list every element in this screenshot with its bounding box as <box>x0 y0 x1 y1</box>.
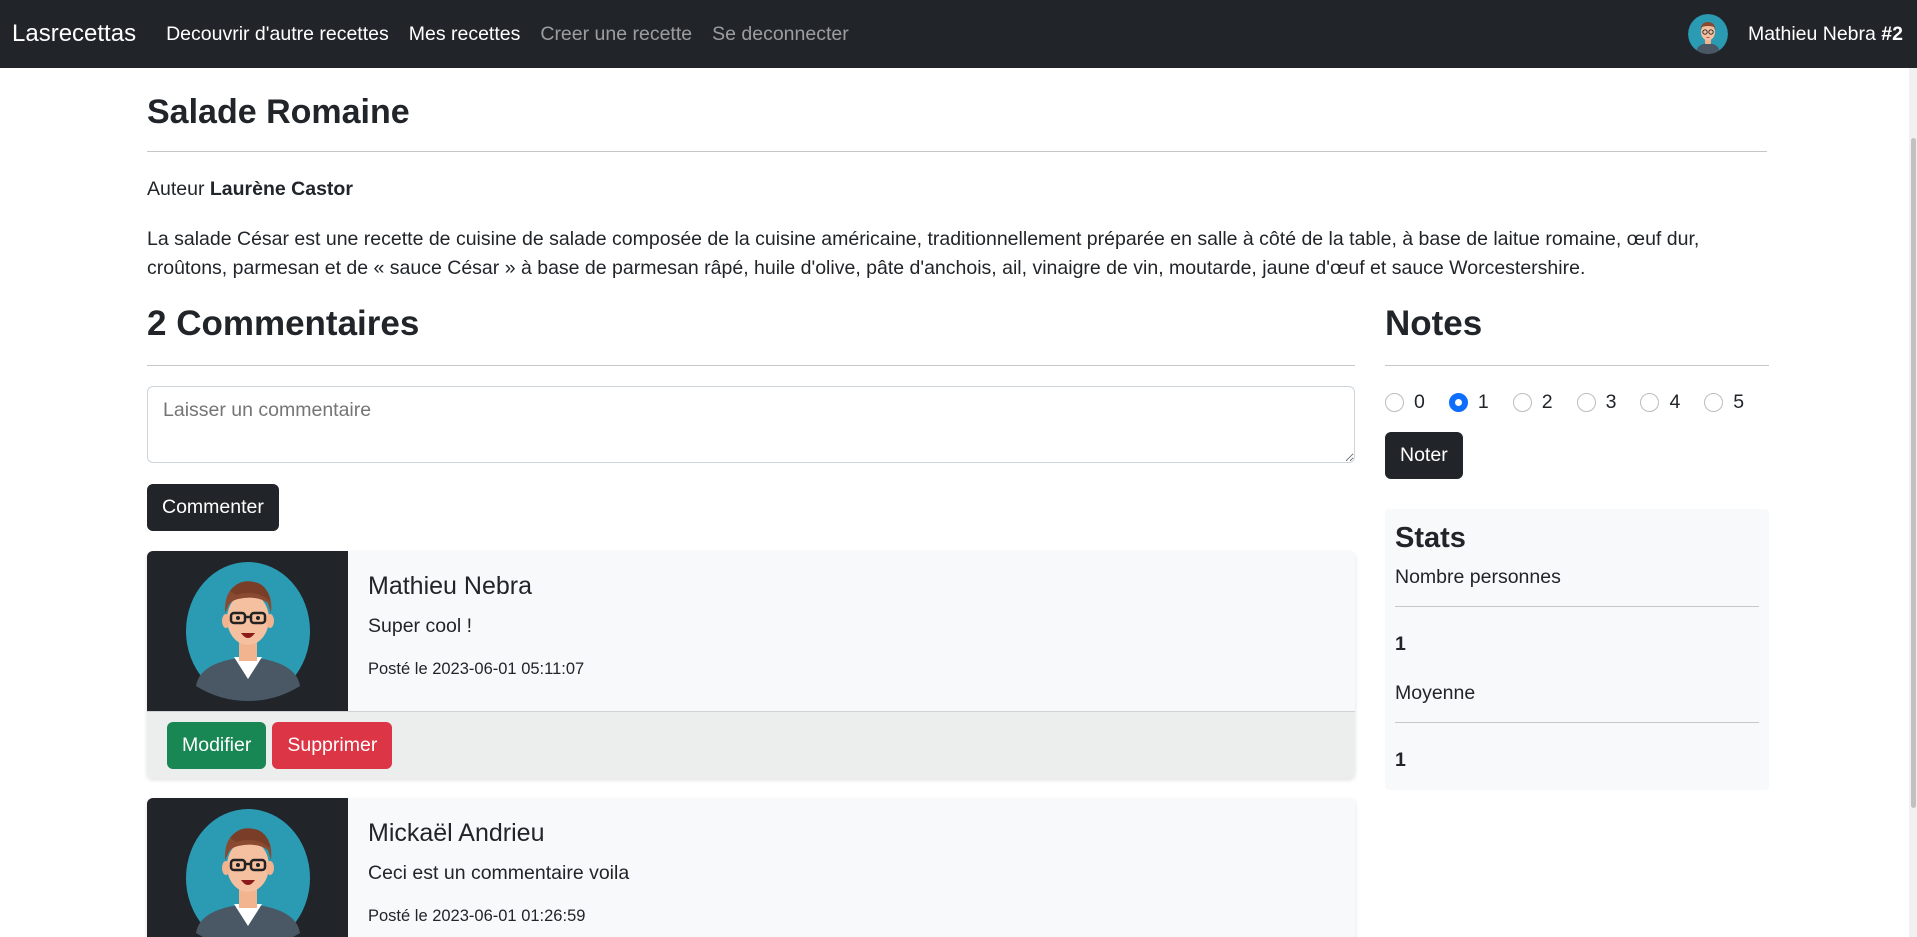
divider <box>1395 606 1759 608</box>
recipe-author: Auteur Laurène Castor <box>147 178 1767 201</box>
comment-date: Posté le 2023-06-01 05:11:07 <box>368 660 585 679</box>
scrollbar-thumb[interactable] <box>1911 138 1916 808</box>
radio-button[interactable] <box>1448 392 1468 412</box>
comment-submit-button[interactable]: Commenter <box>147 484 279 532</box>
scrollbar[interactable] <box>1909 68 1917 937</box>
comment-avatar-icon <box>147 798 348 937</box>
radio-button[interactable] <box>1576 392 1596 412</box>
nav-link-discover[interactable]: Decouvrir d'autre recettes <box>166 23 389 46</box>
radio-button[interactable] <box>1512 392 1532 412</box>
user-id: #2 <box>1881 22 1903 45</box>
stats-avg-label: Moyenne <box>1395 682 1476 705</box>
stats-avg-value: 1 <box>1395 749 1406 772</box>
edit-comment-button[interactable]: Modifier <box>167 721 267 769</box>
rating-option-2[interactable]: 2 <box>1512 386 1553 418</box>
navbar: Lasrecettas Decouvrir d'autre recettes M… <box>0 0 1917 68</box>
author-prefix: Auteur <box>147 177 205 200</box>
rating-label: 4 <box>1669 390 1681 413</box>
comment-author: Mickaël Andrieu <box>368 819 545 848</box>
author-name: Laurène Castor <box>209 177 353 200</box>
brand-link[interactable]: Lasrecettas <box>12 20 136 48</box>
nav-link-logout[interactable]: Se deconnecter <box>712 23 849 46</box>
divider <box>1395 722 1759 724</box>
rating-options: 0 1 2 3 4 5 <box>1385 386 1769 418</box>
comment-actions: Modifier Supprimer <box>147 711 1355 779</box>
rating-label: 3 <box>1605 390 1617 413</box>
nav-link-my-recipes[interactable]: Mes recettes <box>409 23 521 46</box>
comments-section: 2 Commentaires Commenter <box>147 303 1355 937</box>
radio-button[interactable] <box>1640 392 1660 412</box>
rating-option-1[interactable]: 1 <box>1448 386 1489 418</box>
user-avatar-icon <box>1687 14 1728 54</box>
comment-date: Posté le 2023-06-01 01:26:59 <box>368 907 586 926</box>
rate-submit-button[interactable]: Noter <box>1385 432 1463 480</box>
rating-option-5[interactable]: 5 <box>1704 386 1744 418</box>
comment-card: Mickaël Andrieu Ceci est un commentaire … <box>147 798 1355 937</box>
stats-card: Stats Nombre personnes 1 Moyenne 1 <box>1385 509 1769 791</box>
comment-avatar-icon <box>147 551 348 712</box>
divider <box>147 150 1767 152</box>
user-name: Mathieu Nebra #2 <box>1748 23 1903 46</box>
rating-option-4[interactable]: 4 <box>1640 386 1680 418</box>
rating-label: 2 <box>1541 390 1553 413</box>
nav-link-create-recipe[interactable]: Creer une recette <box>540 23 692 46</box>
rating-option-3[interactable]: 3 <box>1576 386 1617 418</box>
comments-heading: 2 Commentaires <box>147 304 420 344</box>
comment-text: Super cool ! <box>368 615 473 638</box>
page-title: Salade Romaine <box>147 93 410 131</box>
user-menu[interactable]: Mathieu Nebra #2 <box>1687 0 1903 68</box>
recipe-description: La salade César est une recette de cuisi… <box>147 227 1700 280</box>
rating-label: 0 <box>1414 390 1425 413</box>
rating-label: 1 <box>1477 390 1489 413</box>
stats-count-label: Nombre personnes <box>1395 566 1561 589</box>
comment-text: Ceci est un commentaire voila <box>368 862 630 885</box>
rating-option-0[interactable]: 0 <box>1385 386 1425 418</box>
stats-count-value: 1 <box>1395 633 1406 656</box>
notes-section: Notes 0 1 2 3 4 5 Noter Stats Nombre per… <box>1385 303 1769 937</box>
radio-button[interactable] <box>1704 392 1724 412</box>
content-row: 2 Commentaires Commenter <box>147 303 1769 937</box>
comment-card: Mathieu Nebra Super cool ! Posté le 2023… <box>147 551 1355 779</box>
delete-comment-button[interactable]: Supprimer <box>272 721 393 769</box>
user-name-text: Mathieu Nebra <box>1747 22 1876 45</box>
notes-heading: Notes <box>1385 304 1483 344</box>
divider <box>1385 365 1769 367</box>
comment-input[interactable] <box>147 386 1355 464</box>
radio-button[interactable] <box>1385 392 1404 412</box>
rating-label: 5 <box>1733 390 1745 413</box>
main-content: Salade Romaine Auteur Laurène Castor La … <box>147 68 1769 937</box>
comment-author: Mathieu Nebra <box>368 572 532 601</box>
stats-title: Stats <box>1395 522 1466 555</box>
divider <box>147 365 1355 367</box>
